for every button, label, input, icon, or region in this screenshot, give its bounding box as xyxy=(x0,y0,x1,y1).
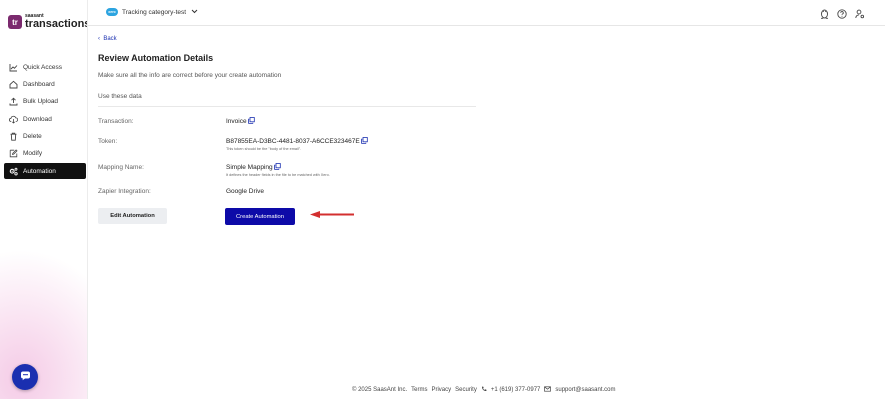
copy-icon[interactable] xyxy=(273,163,281,172)
mail-icon xyxy=(544,386,552,394)
create-automation-button[interactable]: Create Automation xyxy=(225,208,295,225)
transaction-label: Transaction: xyxy=(98,118,134,125)
security-link[interactable]: Security xyxy=(455,387,477,393)
privacy-link[interactable]: Privacy xyxy=(431,387,451,393)
red-arrow-annotation xyxy=(310,211,354,218)
copyright-text: © 2025 SaasAnt Inc. xyxy=(352,387,408,393)
mapping-note: It defines the header fields in the file… xyxy=(226,173,330,177)
back-label: Back xyxy=(103,36,117,42)
mapping-label: Mapping Name: xyxy=(98,164,144,171)
footer: © 2025 SaasAnt Inc. Terms Privacy Securi… xyxy=(352,386,620,394)
main-content: ‹ Back Review Automation Details Make su… xyxy=(98,26,885,399)
sidebar-item-quick-access[interactable]: Quick Access xyxy=(4,59,86,75)
section-divider xyxy=(98,106,476,107)
sidebar-item-label: Modify xyxy=(23,150,43,158)
edit-automation-button[interactable]: Edit Automation xyxy=(98,208,167,224)
sidebar-item-label: Download xyxy=(23,115,52,123)
cloud-download-icon xyxy=(9,115,18,124)
help-icon[interactable] xyxy=(837,8,847,21)
section-heading: Use these data xyxy=(98,93,142,100)
sidebar-item-delete[interactable]: Delete xyxy=(4,129,86,145)
app-logo[interactable]: tr saasant transactions xyxy=(8,14,88,30)
sidebar-item-dashboard[interactable]: Dashboard xyxy=(4,76,86,92)
logo-brand-name: transactions xyxy=(25,18,88,30)
transaction-value: Invoice xyxy=(226,117,255,126)
sidebar-item-label: Dashboard xyxy=(23,80,55,88)
token-text: B87855EA-D3BC-4481-8037-A6CCE323467E xyxy=(226,138,360,145)
sidebar-item-automation[interactable]: Automation xyxy=(4,163,86,180)
top-icons xyxy=(812,8,865,21)
user-settings-icon[interactable] xyxy=(855,9,865,21)
zapier-label: Zapier Integration: xyxy=(98,188,151,195)
upload-icon xyxy=(9,97,18,106)
phone-icon xyxy=(481,386,487,394)
transaction-text: Invoice xyxy=(226,118,247,125)
sidebar-item-label: Delete xyxy=(23,133,42,141)
mapping-text: Simple Mapping xyxy=(226,164,273,171)
sidebar-item-label: Quick Access xyxy=(23,63,63,71)
back-link[interactable]: ‹ Back xyxy=(98,36,117,42)
zapier-text: Google Drive xyxy=(226,188,264,195)
sidebar: tr saasant transactions Quick Access Das… xyxy=(0,0,88,399)
token-note: This token should be the "body of the em… xyxy=(226,147,302,151)
sidebar-item-bulk-upload[interactable]: Bulk Upload xyxy=(4,94,86,110)
home-icon xyxy=(9,80,18,89)
chat-button[interactable] xyxy=(12,364,38,390)
zapier-value: Google Drive xyxy=(226,188,264,195)
linux-penguin-icon[interactable] xyxy=(820,8,829,21)
gears-icon xyxy=(9,167,18,176)
mapping-value: Simple Mapping xyxy=(226,163,281,172)
company-selector[interactable]: xero Tracking category-test xyxy=(106,8,198,16)
company-name: Tracking category-test xyxy=(122,8,187,16)
copy-icon[interactable] xyxy=(247,117,255,126)
chart-icon xyxy=(9,63,18,72)
token-value: B87855EA-D3BC-4481-8037-A6CCE323467E xyxy=(226,137,368,146)
sidebar-item-label: Automation xyxy=(23,167,56,175)
sidebar-item-download[interactable]: Download xyxy=(4,111,86,127)
edit-icon xyxy=(9,149,18,158)
chat-icon xyxy=(20,368,31,386)
top-bar: xero Tracking category-test xyxy=(88,0,885,26)
sidebar-nav: Quick Access Dashboard Bulk Upload Downl… xyxy=(4,59,86,181)
sidebar-item-modify[interactable]: Modify xyxy=(4,146,86,162)
token-label: Token: xyxy=(98,138,118,145)
copy-icon[interactable] xyxy=(360,137,368,146)
logo-mark: tr xyxy=(8,15,22,29)
xero-logo: xero xyxy=(106,8,118,16)
page-title: Review Automation Details xyxy=(98,53,214,63)
sidebar-item-label: Bulk Upload xyxy=(23,98,59,106)
chevron-down-icon xyxy=(191,9,198,16)
support-email[interactable]: support@saasant.com xyxy=(555,387,615,393)
terms-link[interactable]: Terms xyxy=(411,387,427,393)
trash-icon xyxy=(9,132,18,141)
page-subtitle: Make sure all the info are correct befor… xyxy=(98,72,282,79)
phone-number[interactable]: +1 (619) 377-0977 xyxy=(491,387,541,393)
